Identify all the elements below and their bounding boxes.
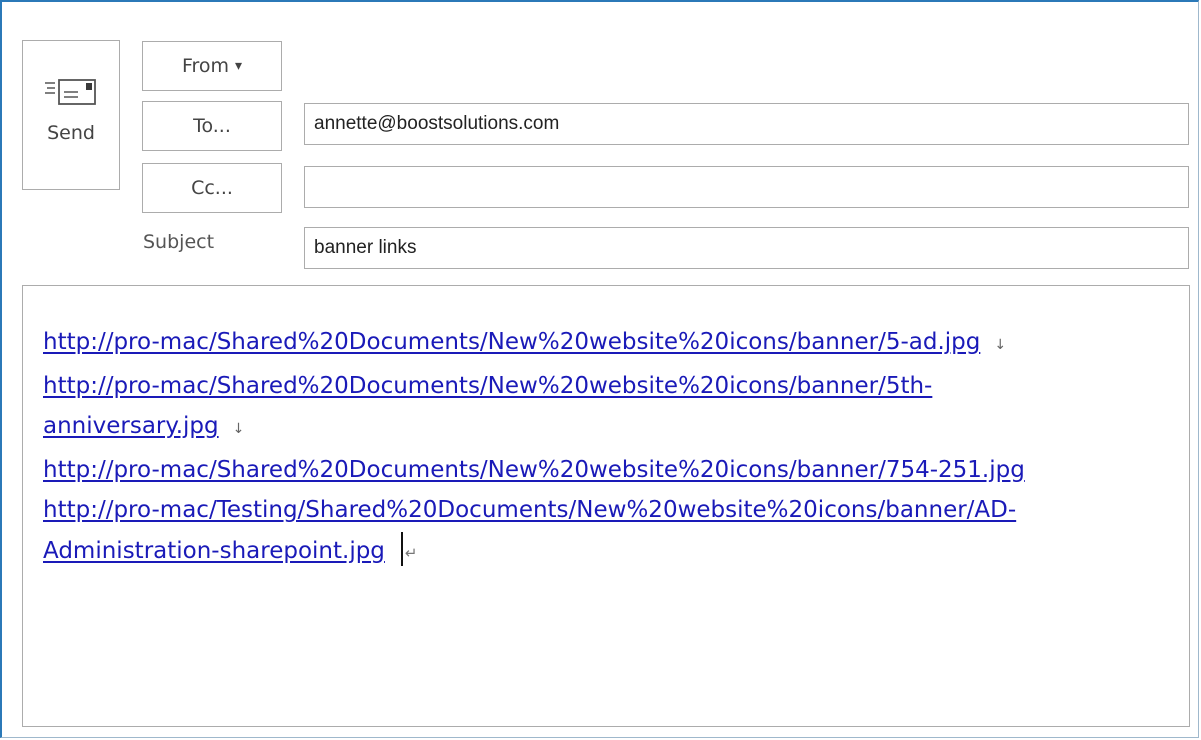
text-cursor xyxy=(400,531,403,566)
body-line-3: anniversary.jpg ↓ xyxy=(43,406,1183,450)
send-label: Send xyxy=(47,122,95,144)
banner-link-5-ad[interactable]: http://pro-mac/Shared%20Documents/New%20… xyxy=(43,329,980,355)
cc-field[interactable] xyxy=(304,166,1189,208)
from-button[interactable]: From ▾ xyxy=(142,41,282,91)
subject-label: Subject xyxy=(143,231,215,253)
message-body-text: http://pro-mac/Shared%20Documents/New%20… xyxy=(43,322,1183,573)
banner-link-ad-administration[interactable]: http://pro-mac/Testing/Shared%20Document… xyxy=(43,497,1016,523)
banner-link-5th-anniversary[interactable]: http://pro-mac/Shared%20Documents/New%20… xyxy=(43,373,932,399)
chevron-down-icon: ▾ xyxy=(235,58,243,74)
send-button[interactable]: Send xyxy=(22,40,120,190)
paragraph-mark-icon: ↵ xyxy=(404,543,418,562)
envelope-send-icon xyxy=(45,79,96,105)
to-value: annette@boostsolutions.com xyxy=(314,113,560,134)
body-line-2: http://pro-mac/Shared%20Documents/New%20… xyxy=(43,366,1183,407)
body-line-4: http://pro-mac/Shared%20Documents/New%20… xyxy=(43,450,1183,491)
banner-link-5th-anniversary-cont[interactable]: anniversary.jpg xyxy=(43,413,219,439)
subject-value: banner links xyxy=(314,237,417,258)
banner-link-ad-administration-cont[interactable]: Administration-sharepoint.jpg xyxy=(43,538,385,564)
line-break-icon: ↓ xyxy=(232,421,245,437)
to-button[interactable]: To... xyxy=(142,101,282,151)
from-label: From xyxy=(181,55,230,77)
body-line-1: http://pro-mac/Shared%20Documents/New%20… xyxy=(43,322,1183,366)
banner-link-754-251[interactable]: http://pro-mac/Shared%20Documents/New%20… xyxy=(43,457,1025,483)
body-line-6: Administration-sharepoint.jpg ↵ xyxy=(43,531,1183,574)
message-body[interactable]: http://pro-mac/Shared%20Documents/New%20… xyxy=(22,285,1190,727)
line-break-icon: ↓ xyxy=(994,337,1007,353)
cc-button[interactable]: Cc... xyxy=(142,163,282,213)
subject-field[interactable]: banner links xyxy=(304,227,1189,269)
body-line-5: http://pro-mac/Testing/Shared%20Document… xyxy=(43,490,1183,531)
to-field[interactable]: annette@boostsolutions.com xyxy=(304,103,1189,145)
